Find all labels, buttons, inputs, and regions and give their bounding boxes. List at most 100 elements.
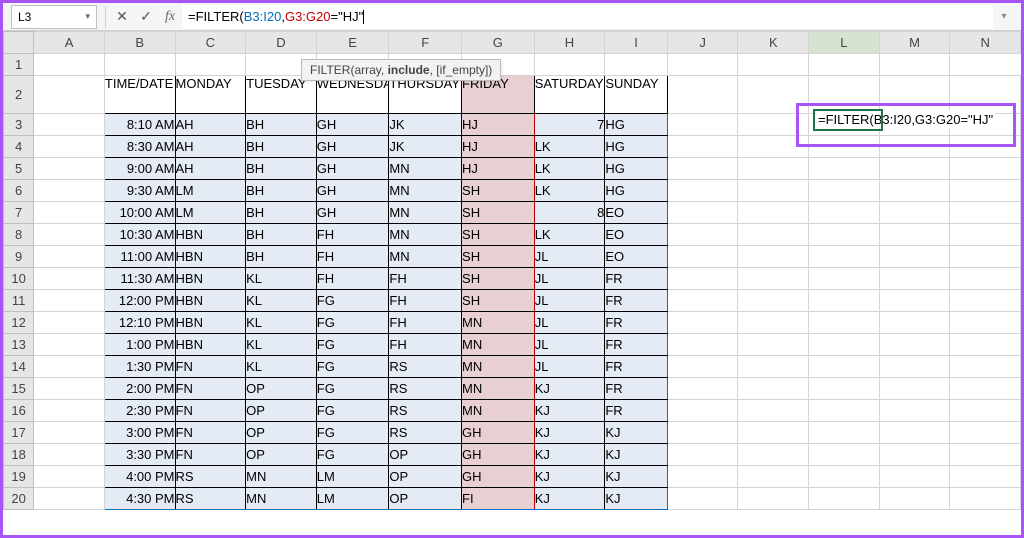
formula-input[interactable]: =FILTER(B3:I20,G3:G20="HJ" xyxy=(182,5,993,29)
data-cell[interactable]: KL xyxy=(246,268,317,290)
cell[interactable] xyxy=(950,290,1021,312)
col-header[interactable]: F xyxy=(389,32,462,54)
data-cell[interactable]: FH xyxy=(316,224,389,246)
col-header[interactable]: H xyxy=(534,32,605,54)
cell[interactable] xyxy=(809,224,880,246)
cell[interactable] xyxy=(879,378,950,400)
cell[interactable] xyxy=(667,488,738,510)
data-cell[interactable]: KJ xyxy=(534,422,605,444)
cell[interactable] xyxy=(809,422,880,444)
row-header[interactable]: 18 xyxy=(4,444,34,466)
cell[interactable] xyxy=(950,246,1021,268)
data-cell[interactable]: SH xyxy=(462,290,535,312)
data-cell[interactable]: FI xyxy=(462,488,535,510)
cell[interactable] xyxy=(809,378,880,400)
cell[interactable] xyxy=(950,158,1021,180)
data-cell[interactable]: MN xyxy=(389,180,462,202)
data-cell[interactable]: MN xyxy=(462,400,535,422)
data-cell[interactable]: MN xyxy=(389,224,462,246)
col-header[interactable]: C xyxy=(175,32,246,54)
cell[interactable] xyxy=(809,158,880,180)
data-cell[interactable]: KJ xyxy=(534,488,605,510)
row-header[interactable]: 15 xyxy=(4,378,34,400)
data-cell[interactable]: FG xyxy=(316,422,389,444)
row-header[interactable]: 6 xyxy=(4,180,34,202)
cell[interactable] xyxy=(950,268,1021,290)
data-cell[interactable]: JL xyxy=(534,268,605,290)
chevron-down-icon[interactable]: ▾ xyxy=(85,11,90,22)
data-cell[interactable]: OP xyxy=(246,400,317,422)
data-cell[interactable]: 4:00 PM xyxy=(104,466,175,488)
cell[interactable] xyxy=(950,356,1021,378)
cell-editing-overlay[interactable]: =FILTER(B3:I20,G3:G20="HJ" xyxy=(816,111,995,128)
data-cell[interactable]: JL xyxy=(534,334,605,356)
cell[interactable] xyxy=(738,54,809,76)
header-cell[interactable]: SATURDAY xyxy=(534,76,605,114)
row-header[interactable]: 5 xyxy=(4,158,34,180)
cell[interactable] xyxy=(667,54,738,76)
data-cell[interactable]: FH xyxy=(316,268,389,290)
cell[interactable] xyxy=(34,312,105,334)
row-header[interactable]: 11 xyxy=(4,290,34,312)
cell[interactable] xyxy=(879,202,950,224)
cell[interactable] xyxy=(738,422,809,444)
data-cell[interactable]: GH xyxy=(462,444,535,466)
cell[interactable] xyxy=(34,444,105,466)
spreadsheet-grid[interactable]: A B C D E F G H I J K L M N 1 2 TIME/DAT… xyxy=(3,31,1021,510)
col-header[interactable]: J xyxy=(667,32,738,54)
data-cell[interactable]: GH xyxy=(316,202,389,224)
data-cell[interactable]: FG xyxy=(316,312,389,334)
col-header[interactable]: N xyxy=(950,32,1021,54)
data-cell[interactable]: FH xyxy=(389,312,462,334)
data-cell[interactable]: KJ xyxy=(534,466,605,488)
data-cell[interactable]: FG xyxy=(316,334,389,356)
cell[interactable] xyxy=(738,158,809,180)
data-cell[interactable]: MN xyxy=(462,312,535,334)
data-cell[interactable]: OP xyxy=(389,466,462,488)
cell[interactable] xyxy=(809,290,880,312)
header-cell[interactable]: WEDNESDAY xyxy=(316,76,389,114)
data-cell[interactable]: LM xyxy=(316,466,389,488)
data-cell[interactable]: MN xyxy=(462,378,535,400)
data-cell[interactable]: AH xyxy=(175,136,246,158)
data-cell[interactable]: KJ xyxy=(534,444,605,466)
data-cell[interactable]: FR xyxy=(605,312,668,334)
data-cell[interactable]: FN xyxy=(175,422,246,444)
cell[interactable] xyxy=(34,356,105,378)
data-cell[interactable]: MN xyxy=(462,356,535,378)
data-cell[interactable]: FR xyxy=(605,400,668,422)
cell[interactable] xyxy=(950,202,1021,224)
cell[interactable] xyxy=(667,290,738,312)
cell[interactable] xyxy=(809,466,880,488)
row-header[interactable]: 10 xyxy=(4,268,34,290)
data-cell[interactable]: GH xyxy=(316,180,389,202)
data-cell[interactable]: BH xyxy=(246,158,317,180)
data-cell[interactable]: KL xyxy=(246,334,317,356)
cell[interactable] xyxy=(667,356,738,378)
cell[interactable] xyxy=(738,76,809,114)
cell[interactable] xyxy=(34,400,105,422)
header-cell[interactable]: MONDAY xyxy=(175,76,246,114)
data-cell[interactable]: 1:30 PM xyxy=(104,356,175,378)
data-cell[interactable]: FR xyxy=(605,268,668,290)
data-cell[interactable]: KJ xyxy=(534,400,605,422)
cell[interactable] xyxy=(879,76,950,114)
header-cell[interactable]: FRIDAY xyxy=(462,76,535,114)
data-cell[interactable]: 11:00 AM xyxy=(104,246,175,268)
row-header[interactable]: 9 xyxy=(4,246,34,268)
cell[interactable] xyxy=(809,400,880,422)
data-cell[interactable]: 4:30 PM xyxy=(104,488,175,510)
data-cell[interactable]: OP xyxy=(246,422,317,444)
data-cell[interactable]: FG xyxy=(316,378,389,400)
cell[interactable] xyxy=(34,76,105,114)
name-box[interactable]: L3 ▾ xyxy=(11,5,97,29)
col-header[interactable]: D xyxy=(246,32,317,54)
cell[interactable] xyxy=(667,400,738,422)
data-cell[interactable]: JL xyxy=(534,290,605,312)
data-cell[interactable]: RS xyxy=(175,488,246,510)
col-header[interactable]: M xyxy=(879,32,950,54)
select-all-corner[interactable] xyxy=(4,32,34,54)
data-cell[interactable]: AH xyxy=(175,158,246,180)
col-header[interactable]: L xyxy=(809,32,880,54)
data-cell[interactable]: OP xyxy=(389,444,462,466)
